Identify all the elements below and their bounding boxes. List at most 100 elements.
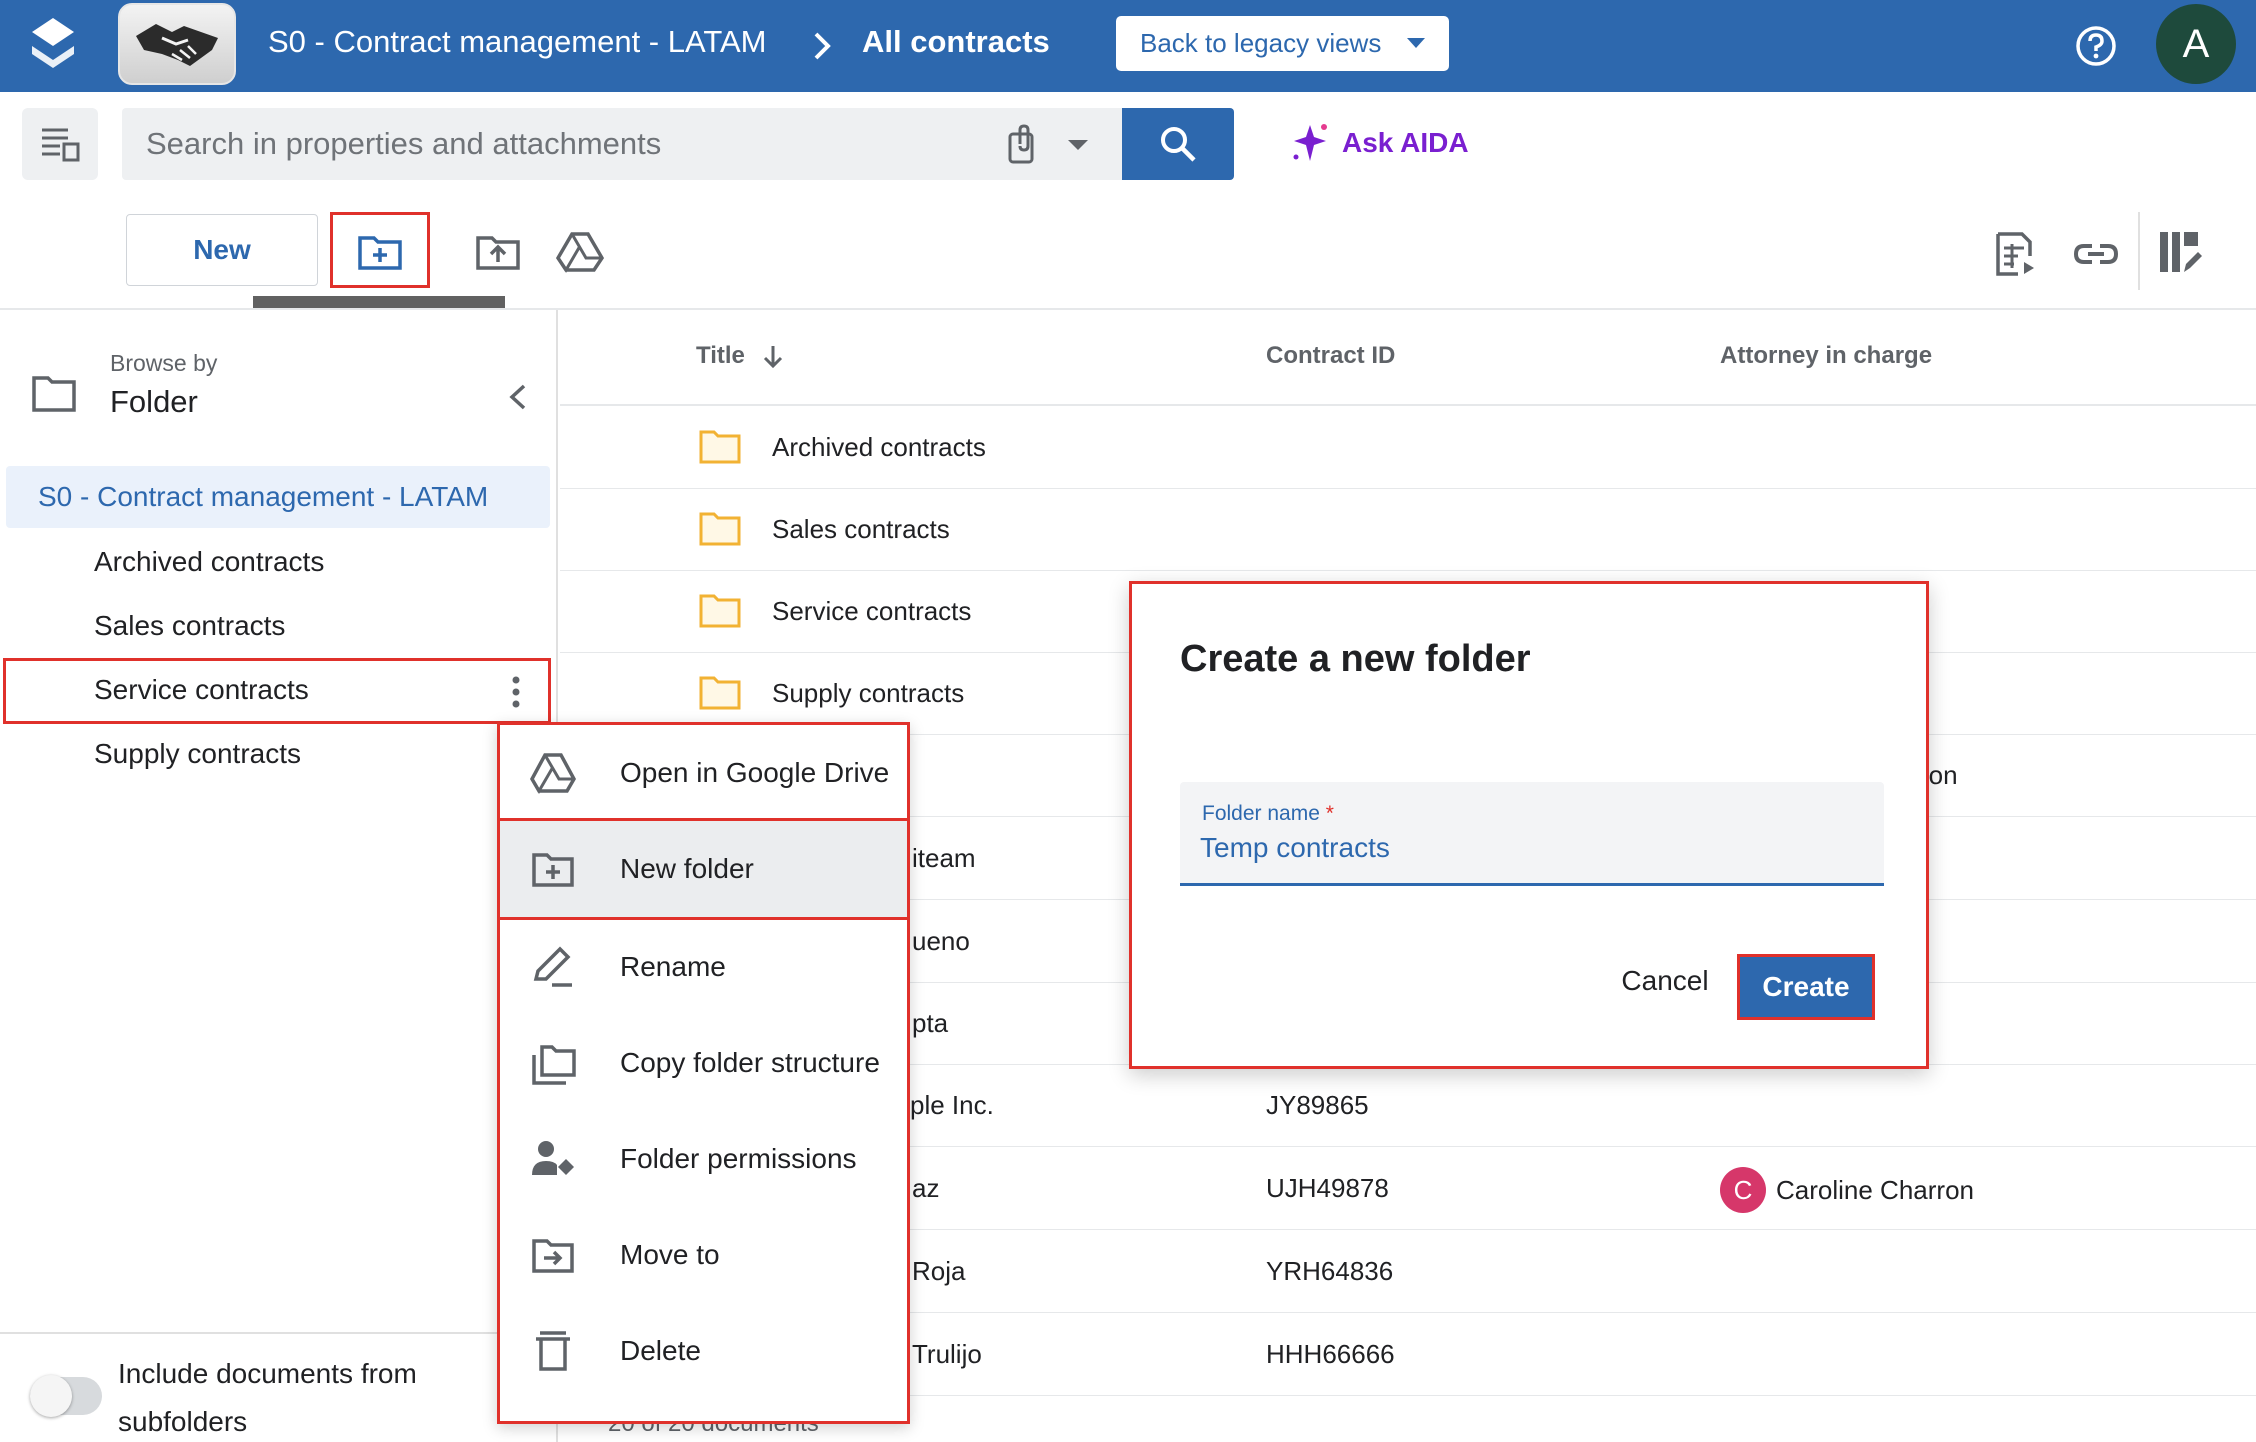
export-spreadsheet-icon[interactable]	[1992, 230, 2040, 278]
caret-down-icon[interactable]	[1068, 140, 1088, 150]
folder-name-input[interactable]	[1200, 832, 1860, 864]
document-list-icon	[42, 128, 80, 162]
top-bar: S0 - Contract management - LATAM All con…	[0, 0, 2256, 92]
folder-name-field[interactable]: Folder name *	[1180, 782, 1884, 886]
breadcrumb-current-view: All contracts	[862, 24, 1050, 59]
include-subfolders-toggle[interactable]	[30, 1375, 102, 1417]
row-title: ple Inc.	[910, 1090, 994, 1120]
menu-item-move-to[interactable]: Move to	[500, 1207, 907, 1303]
google-drive-icon[interactable]	[556, 228, 604, 276]
google-drive-icon	[530, 753, 576, 794]
menu-item-delete[interactable]: Delete	[500, 1303, 907, 1399]
row-title: ueno	[912, 926, 970, 956]
chevron-right-icon	[814, 32, 831, 60]
user-permissions-icon	[532, 1141, 574, 1175]
ask-aida-button[interactable]: Ask AIDA	[1290, 118, 1469, 168]
row-title: Supply contracts	[772, 678, 965, 708]
app-logo-icon[interactable]	[28, 16, 78, 72]
sidebar-item-label: S0 - Contract management - LATAM	[38, 481, 489, 512]
chevron-left-icon[interactable]	[504, 380, 532, 414]
folder-icon	[699, 676, 741, 710]
column-header-title[interactable]: Title	[696, 342, 784, 370]
folder-sidebar: Browse by Folder S0 - Contract managemen…	[0, 310, 558, 1442]
menu-item-copy-folder-structure[interactable]: Copy folder structure	[500, 1015, 907, 1111]
sidebar-item-sales-contracts[interactable]: Sales contracts	[94, 610, 285, 642]
sidebar-divider	[0, 1332, 556, 1334]
row-title: Service contracts	[772, 596, 972, 626]
column-header-attorney[interactable]: Attorney in charge	[1720, 342, 1932, 370]
row-title: pta	[912, 1008, 949, 1038]
browse-by-label: Browse by	[110, 350, 218, 376]
move-folder-icon	[532, 1239, 574, 1273]
table-row[interactable]: Archived contracts	[560, 406, 2256, 489]
folder-icon	[699, 430, 741, 464]
browse-by-value[interactable]: Folder	[110, 384, 198, 420]
menu-item-open-in-google-drive[interactable]: Open in Google Drive	[500, 725, 907, 821]
include-subfolders-label: Include documents from subfolders	[118, 1358, 417, 1437]
folder-icon	[32, 376, 76, 412]
row-contract-id: JY89865	[1266, 1090, 1369, 1120]
row-contract-id: YRH64836	[1266, 1256, 1394, 1286]
trash-icon	[536, 1331, 570, 1371]
ask-aida-label: Ask AIDA	[1342, 127, 1469, 158]
create-folder-dialog: Create a new folder Folder name * Cancel…	[1129, 581, 1929, 1069]
copy-folder-icon	[532, 1045, 576, 1085]
table-row[interactable]: Sales contracts	[560, 488, 2256, 571]
highlight-service-contracts	[3, 658, 551, 724]
menu-item-label: Move to	[620, 1239, 720, 1270]
attachment-filter-icon[interactable]	[1002, 122, 1046, 166]
cancel-button[interactable]: Cancel	[1590, 950, 1740, 1012]
folder-context-menu: Open in Google Drive New folder Rename C…	[497, 722, 910, 1424]
link-icon[interactable]	[2072, 230, 2120, 278]
field-label-text: Folder name	[1202, 802, 1320, 825]
workspace-image[interactable]	[118, 3, 236, 85]
create-folder-icon[interactable]	[356, 228, 404, 276]
create-button[interactable]: Create	[1737, 954, 1875, 1020]
user-avatar[interactable]: A	[2156, 4, 2236, 84]
row-contract-id: UJH49878	[1266, 1173, 1389, 1203]
new-button[interactable]: New	[126, 214, 318, 286]
search-input[interactable]	[146, 108, 986, 180]
column-title-label: Title	[696, 342, 745, 369]
attorney-avatar: C	[1720, 1167, 1766, 1213]
back-to-legacy-views-button[interactable]: Back to legacy views	[1116, 16, 1449, 71]
upload-folder-icon[interactable]	[474, 228, 522, 276]
sidebar-item-root[interactable]: S0 - Contract management - LATAM	[6, 466, 550, 528]
sidebar-item-archived-contracts[interactable]: Archived contracts	[94, 546, 324, 578]
column-header-contract-id[interactable]: Contract ID	[1266, 342, 1395, 370]
required-mark: *	[1325, 802, 1334, 825]
menu-item-label: Folder permissions	[620, 1143, 857, 1174]
search-icon	[1161, 127, 1196, 162]
pencil-icon	[533, 946, 572, 987]
folder-icon	[699, 512, 741, 546]
sidebar-item-supply-contracts[interactable]: Supply contracts	[94, 738, 301, 770]
folder-icon	[699, 594, 741, 628]
row-attorney: C Caroline Charron	[1720, 1167, 1974, 1213]
caret-down-icon	[1407, 38, 1425, 48]
row-title: Archived contracts	[772, 432, 986, 462]
folder-name-label: Folder name *	[1202, 802, 1334, 826]
handshake-icon	[136, 24, 218, 66]
arrow-down-icon	[763, 345, 782, 368]
help-icon[interactable]	[2074, 24, 2118, 68]
menu-item-rename[interactable]: Rename	[500, 919, 907, 1015]
legacy-button-label: Back to legacy views	[1140, 28, 1382, 58]
menu-item-label: Copy folder structure	[620, 1047, 880, 1078]
breadcrumb-workspace[interactable]: S0 - Contract management - LATAM	[268, 24, 766, 60]
menu-item-label: Delete	[620, 1335, 701, 1366]
attorney-name: Caroline Charron	[1776, 1174, 1974, 1205]
menu-item-label: Rename	[620, 951, 726, 982]
toolbar-divider	[2138, 212, 2140, 290]
highlight-new-folder	[497, 818, 910, 920]
sparkle-icon	[1293, 124, 1327, 161]
search-bar	[122, 108, 1122, 180]
menu-item-folder-permissions[interactable]: Folder permissions	[500, 1111, 907, 1207]
edit-columns-icon[interactable]	[2156, 228, 2204, 276]
row-title: iteam	[912, 843, 976, 873]
row-title: az	[912, 1173, 940, 1203]
row-title: Roja	[912, 1256, 966, 1286]
toggle-knob	[30, 1375, 72, 1417]
menu-item-label: Open in Google Drive	[620, 757, 890, 788]
search-button[interactable]	[1122, 108, 1234, 180]
document-list-toggle-button[interactable]	[22, 108, 98, 180]
